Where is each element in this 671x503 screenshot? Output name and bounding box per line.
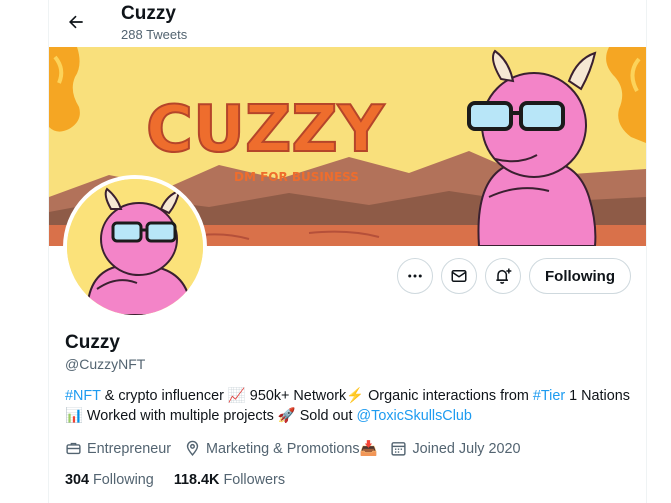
briefcase-icon: [66, 442, 81, 455]
profile-name: Cuzzy: [65, 332, 120, 353]
back-button[interactable]: [60, 6, 92, 38]
tweet-count: 288 Tweets: [121, 27, 188, 42]
hashtag-nft-link[interactable]: #NFT: [65, 388, 101, 404]
followers-count: 118.4K: [173, 472, 220, 488]
profile-avatar[interactable]: [63, 175, 207, 319]
profile-handle: @CuzzyNFT: [65, 356, 146, 372]
notifications-button[interactable]: [485, 258, 521, 294]
category-item: Entrepreneur: [65, 440, 171, 457]
calendar-icon: [391, 442, 407, 456]
location-pin-icon: [186, 440, 199, 456]
more-icon: [408, 274, 422, 278]
category-label: Entrepreneur: [87, 440, 171, 457]
following-button[interactable]: Following: [529, 258, 631, 294]
right-column-border: [646, 0, 647, 503]
message-icon: [451, 270, 467, 282]
followers-stat-link[interactable]: 118.4K Followers: [174, 472, 285, 488]
profile-stats: 304 Following 118.4K Followers: [65, 472, 305, 488]
following-label: Following: [93, 472, 154, 488]
joined-item: Joined July 2020: [390, 440, 521, 457]
location-label: Marketing & Promotions📥: [206, 441, 378, 457]
profile-meta: Entrepreneur Marketing & Promotions📥 Joi…: [65, 440, 534, 457]
following-count: 304: [65, 472, 90, 488]
header-title: Cuzzy: [121, 3, 176, 24]
mention-link[interactable]: @ToxicSkullsClub: [357, 408, 472, 424]
profile-bio: #NFT & crypto influencer 📈 950k+ Network…: [65, 386, 635, 426]
notify-icon: [496, 268, 512, 284]
joined-label: Joined July 2020: [412, 440, 521, 457]
back-arrow-icon: [69, 15, 83, 29]
location-item: Marketing & Promotions📥: [184, 440, 377, 457]
banner-title-text: CUZZY: [146, 93, 385, 167]
banner-subtitle-text: DM FOR BUSINESS: [234, 170, 359, 184]
hashtag-tier-link[interactable]: #Tier: [533, 388, 565, 404]
bio-text-part-1: & crypto influencer 📈 950k+ Network⚡ Org…: [100, 388, 533, 404]
more-button[interactable]: [397, 258, 433, 294]
followers-label: Followers: [223, 472, 286, 488]
avatar-artwork: [67, 179, 203, 315]
profile-header: Cuzzy 288 Tweets: [0, 0, 671, 47]
message-button[interactable]: [441, 258, 477, 294]
following-stat-link[interactable]: 304 Following: [65, 472, 154, 488]
